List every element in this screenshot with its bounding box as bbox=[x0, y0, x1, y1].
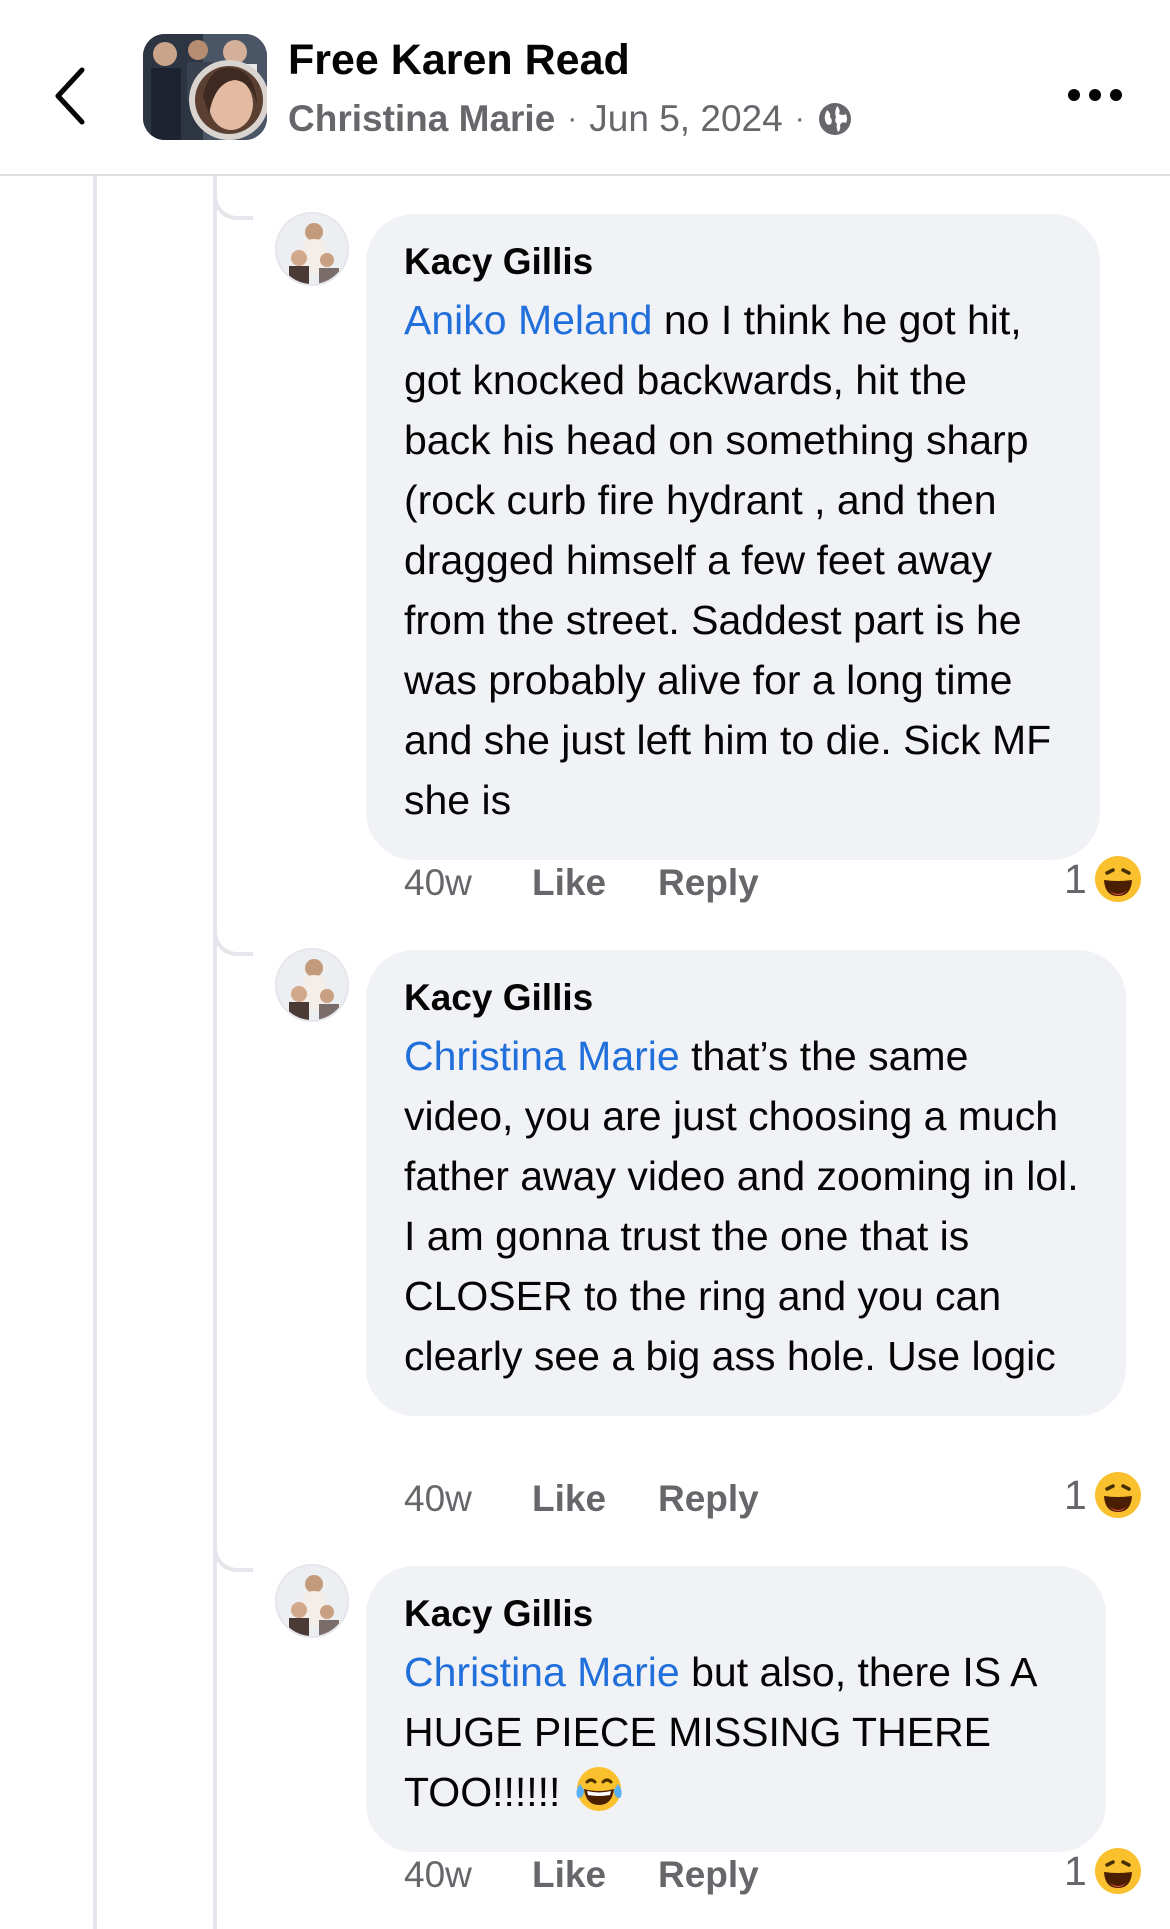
comment-bubble: Kacy Gillis Christina Marie that’s the s… bbox=[366, 950, 1126, 1416]
reply-connector bbox=[213, 180, 253, 220]
reply-connector bbox=[213, 916, 253, 956]
group-photo bbox=[143, 34, 267, 140]
reaction-summary[interactable]: 1 bbox=[1064, 1846, 1143, 1896]
comment-body: that’s the same video, you are just choo… bbox=[404, 1033, 1079, 1379]
comment-actions: 40w Like Reply bbox=[404, 862, 759, 904]
avatar-photo bbox=[277, 1566, 347, 1636]
comment-body: no I think he got hit, got knocked backw… bbox=[404, 297, 1052, 823]
commenter-name[interactable]: Kacy Gillis bbox=[404, 1590, 1068, 1638]
comment-bubble: Kacy Gillis Christina Marie but also, th… bbox=[366, 1566, 1106, 1852]
comment-text: Christina Marie but also, there IS A HUG… bbox=[404, 1642, 1068, 1822]
globe-icon bbox=[818, 103, 851, 135]
reaction-count: 1 bbox=[1064, 1471, 1087, 1518]
reply-button[interactable]: Reply bbox=[658, 862, 759, 904]
commenter-avatar[interactable] bbox=[275, 948, 349, 1022]
post-meta: Christina Marie · Jun 5, 2024 · bbox=[288, 98, 853, 140]
laughing-tears-emoji-icon bbox=[576, 1767, 622, 1811]
post-date[interactable]: Jun 5, 2024 bbox=[589, 98, 782, 140]
meta-separator: · bbox=[794, 102, 805, 135]
mention-link[interactable]: Christina Marie bbox=[404, 1649, 680, 1695]
comment-bubble: Kacy Gillis Aniko Meland no I think he g… bbox=[366, 214, 1100, 860]
post-title[interactable]: Free Karen Read bbox=[288, 36, 630, 85]
mention-link[interactable]: Aniko Meland bbox=[404, 297, 652, 343]
commenter-name[interactable]: Kacy Gillis bbox=[404, 974, 1088, 1022]
meta-separator: · bbox=[567, 102, 578, 135]
comment-actions: 40w Like Reply bbox=[404, 1478, 759, 1520]
avatar-photo bbox=[277, 950, 347, 1020]
post-header: Free Karen Read Christina Marie · Jun 5,… bbox=[0, 0, 1170, 176]
comment-thread-screen: Free Karen Read Christina Marie · Jun 5,… bbox=[0, 0, 1170, 1929]
haha-reaction-icon bbox=[1094, 1472, 1141, 1518]
commenter-avatar[interactable] bbox=[275, 212, 349, 286]
commenter-name[interactable]: Kacy Gillis bbox=[404, 238, 1062, 286]
comment-text: Christina Marie that’s the same video, y… bbox=[404, 1026, 1088, 1386]
reply-button[interactable]: Reply bbox=[658, 1854, 759, 1896]
mention-link[interactable]: Christina Marie bbox=[404, 1033, 680, 1079]
like-button[interactable]: Like bbox=[532, 862, 658, 904]
reply-connector bbox=[213, 1532, 253, 1572]
haha-reaction-icon bbox=[1094, 856, 1141, 902]
like-button[interactable]: Like bbox=[532, 1854, 658, 1896]
haha-reaction-icon bbox=[1094, 1848, 1141, 1894]
commenter-avatar[interactable] bbox=[275, 1564, 349, 1638]
comment-text: Aniko Meland no I think he got hit, got … bbox=[404, 290, 1062, 830]
comment-time[interactable]: 40w bbox=[404, 1478, 532, 1520]
comment-actions: 40w Like Reply bbox=[404, 1854, 759, 1896]
reaction-count: 1 bbox=[1064, 855, 1087, 902]
reaction-summary[interactable]: 1 bbox=[1064, 854, 1143, 904]
reaction-count: 1 bbox=[1064, 1847, 1087, 1894]
thread-line-outer bbox=[93, 176, 97, 1929]
reaction-summary[interactable]: 1 bbox=[1064, 1470, 1143, 1520]
like-button[interactable]: Like bbox=[532, 1478, 658, 1520]
reply-button[interactable]: Reply bbox=[658, 1478, 759, 1520]
comment-time[interactable]: 40w bbox=[404, 862, 532, 904]
chevron-left-icon bbox=[55, 67, 85, 125]
thread-line-inner bbox=[213, 176, 217, 1929]
comment-time[interactable]: 40w bbox=[404, 1854, 532, 1896]
post-author[interactable]: Christina Marie bbox=[288, 98, 555, 140]
group-avatar[interactable] bbox=[143, 34, 267, 140]
avatar-photo bbox=[277, 214, 347, 284]
more-options-button[interactable] bbox=[1060, 70, 1130, 120]
more-horizontal-icon bbox=[1068, 89, 1080, 101]
back-button[interactable] bbox=[40, 56, 100, 136]
